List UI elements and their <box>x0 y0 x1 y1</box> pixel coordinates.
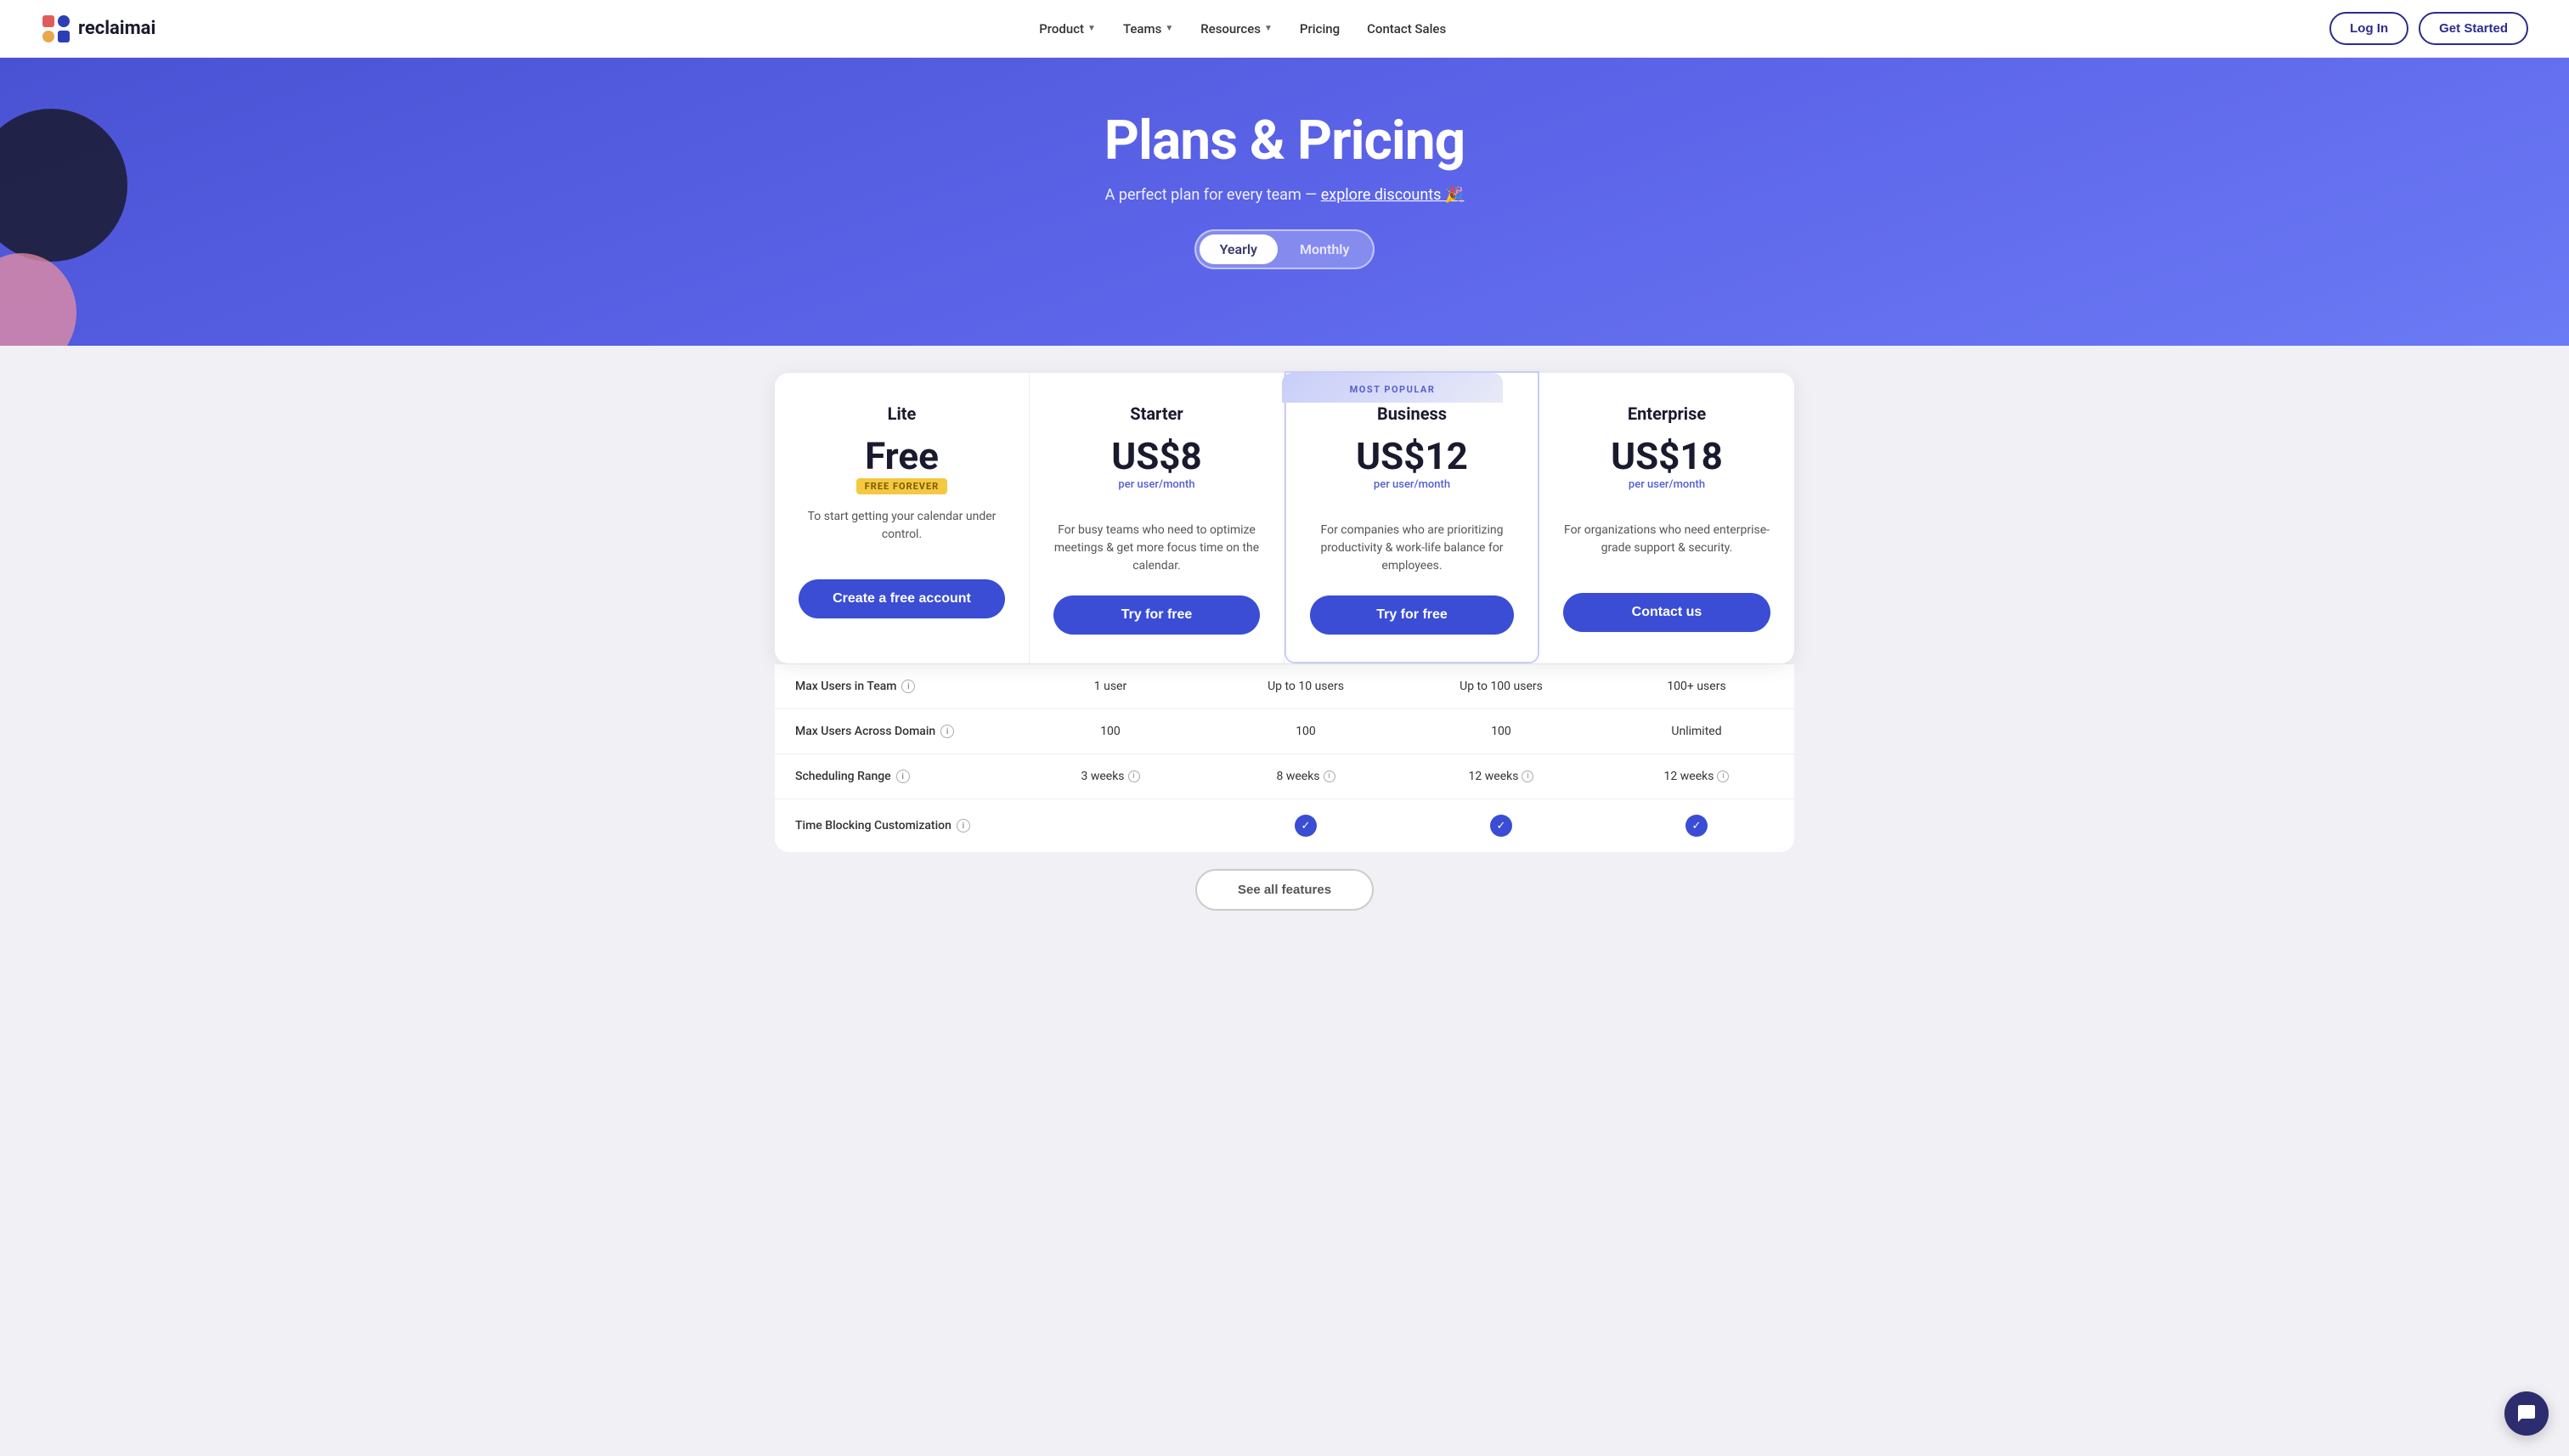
nav-links: Product ▼ Teams ▼ Resources ▼ Pricing Co… <box>1027 14 1458 43</box>
plan-name-business: Business <box>1310 404 1514 424</box>
plan-lite: Lite Free FREE FOREVER To start getting … <box>775 373 1030 663</box>
plan-price-label-starter: per user/month <box>1053 478 1260 491</box>
feature-val-starter-sched: 8 weeks i <box>1208 754 1403 799</box>
nav-actions: Log In Get Started <box>2329 12 2528 45</box>
plan-starter: Starter US$8 per user/month For busy tea… <box>1030 373 1284 663</box>
info-icon[interactable]: i <box>940 725 954 738</box>
feature-val-business-max-domain: 100 <box>1403 709 1599 753</box>
monthly-toggle[interactable]: Monthly <box>1279 234 1369 264</box>
feature-val-enterprise-max-domain: Unlimited <box>1599 709 1794 753</box>
pricing-cards: Lite Free FREE FOREVER To start getting … <box>775 373 1794 663</box>
plan-name-starter: Starter <box>1053 404 1260 424</box>
logo-text: reclaimai <box>78 18 155 39</box>
plan-name-lite: Lite <box>799 404 1005 424</box>
see-all-wrapper: See all features <box>775 852 1794 936</box>
plan-name-enterprise: Enterprise <box>1563 404 1770 424</box>
plan-badge-lite: FREE FOREVER <box>856 478 947 494</box>
plan-price-label-enterprise: per user/month <box>1563 478 1770 491</box>
feature-val-starter-max-team: Up to 10 users <box>1208 664 1403 708</box>
feature-row-max-users-domain: Max Users Across Domain i 100 100 100 Un… <box>775 708 1794 753</box>
cta-lite[interactable]: Create a free account <box>799 579 1005 618</box>
feature-val-lite-max-team: 1 user <box>1013 664 1208 708</box>
feature-val-enterprise-sched: 12 weeks i <box>1599 754 1794 799</box>
most-popular-banner: MOST POPULAR <box>1282 373 1503 403</box>
check-icon: ✓ <box>1685 815 1708 837</box>
info-icon[interactable]: i <box>1522 770 1533 782</box>
feature-val-business-timeblock: ✓ <box>1403 799 1599 852</box>
feature-val-enterprise-timeblock: ✓ <box>1599 799 1794 852</box>
feature-val-lite-max-domain: 100 <box>1013 709 1208 753</box>
features-table: Max Users in Team i 1 user Up to 10 user… <box>775 663 1794 852</box>
plan-price-starter: US$8 <box>1053 437 1260 475</box>
feature-label-max-users-team: Max Users in Team i <box>775 664 1013 708</box>
nav-pricing[interactable]: Pricing <box>1288 14 1352 43</box>
plan-price-enterprise: US$18 <box>1563 437 1770 475</box>
pricing-cards-wrapper: MOST POPULAR Lite Free FREE FOREVER To s… <box>775 373 1794 936</box>
info-icon[interactable]: i <box>1717 770 1729 782</box>
yearly-toggle[interactable]: Yearly <box>1200 234 1278 264</box>
check-icon: ✓ <box>1295 815 1317 837</box>
feature-label-max-users-domain: Max Users Across Domain i <box>775 709 1013 753</box>
feature-row-scheduling: Scheduling Range i 3 weeks i 8 weeks i 1… <box>775 753 1794 799</box>
plan-business: Business US$12 per user/month For compan… <box>1284 371 1539 663</box>
plan-price-lite: Free <box>799 437 1005 475</box>
feature-label-scheduling: Scheduling Range i <box>775 754 1013 799</box>
chat-bubble[interactable] <box>2504 1391 2549 1436</box>
feature-val-lite-timeblock <box>1013 810 1208 841</box>
chevron-down-icon: ▼ <box>1087 24 1096 33</box>
nav-contact-sales[interactable]: Contact Sales <box>1355 14 1458 43</box>
hero-title: Plans & Pricing <box>17 109 2552 172</box>
explore-discounts-link[interactable]: explore discounts 🎉 <box>1321 186 1465 204</box>
cta-business[interactable]: Try for free <box>1310 595 1514 635</box>
navbar: reclaimai Product ▼ Teams ▼ Resources ▼ … <box>0 0 2569 58</box>
nav-product[interactable]: Product ▼ <box>1027 14 1108 43</box>
chevron-down-icon: ▼ <box>1165 24 1173 33</box>
hero-section: Plans & Pricing A perfect plan for every… <box>0 58 2569 346</box>
logo[interactable]: reclaimai <box>41 14 155 44</box>
feature-row-max-users-team: Max Users in Team i 1 user Up to 10 user… <box>775 663 1794 708</box>
check-icon: ✓ <box>1490 815 1512 837</box>
plan-price-business: US$12 <box>1310 437 1514 475</box>
info-icon[interactable]: i <box>957 819 970 832</box>
plan-desc-business: For companies who are prioritizing produ… <box>1310 522 1514 575</box>
see-all-features-button[interactable]: See all features <box>1195 869 1374 911</box>
nav-teams[interactable]: Teams ▼ <box>1111 14 1185 43</box>
plan-enterprise: Enterprise US$18 per user/month For orga… <box>1539 373 1794 663</box>
feature-val-enterprise-max-team: 100+ users <box>1599 664 1794 708</box>
get-started-button[interactable]: Get Started <box>2419 12 2528 45</box>
info-icon[interactable]: i <box>896 770 910 783</box>
hero-subtitle: A perfect plan for every team — explore … <box>17 186 2552 204</box>
feature-val-business-max-team: Up to 100 users <box>1403 664 1599 708</box>
feature-val-business-sched: 12 weeks i <box>1403 754 1599 799</box>
pricing-section: MOST POPULAR Lite Free FREE FOREVER To s… <box>0 373 2569 987</box>
plan-desc-enterprise: For organizations who need enterprise-gr… <box>1563 522 1770 573</box>
chevron-down-icon: ▼ <box>1264 24 1273 33</box>
plan-price-label-business: per user/month <box>1310 478 1514 491</box>
cta-starter[interactable]: Try for free <box>1053 595 1260 635</box>
login-button[interactable]: Log In <box>2329 12 2408 45</box>
info-icon[interactable]: i <box>1128 770 1140 782</box>
feature-val-starter-max-domain: 100 <box>1208 709 1403 753</box>
plan-desc-starter: For busy teams who need to optimize meet… <box>1053 522 1260 575</box>
info-icon[interactable]: i <box>1324 770 1335 782</box>
feature-val-lite-sched: 3 weeks i <box>1013 754 1208 799</box>
feature-row-time-blocking: Time Blocking Customization i ✓ ✓ ✓ <box>775 799 1794 852</box>
cta-enterprise[interactable]: Contact us <box>1563 593 1770 632</box>
info-icon[interactable]: i <box>901 680 915 693</box>
deco-pink-circle <box>0 253 76 346</box>
nav-resources[interactable]: Resources ▼ <box>1189 14 1284 43</box>
billing-toggle: Yearly Monthly <box>1194 229 1375 269</box>
plan-desc-lite: To start getting your calendar under con… <box>799 508 1005 559</box>
feature-val-starter-timeblock: ✓ <box>1208 799 1403 852</box>
feature-label-time-blocking: Time Blocking Customization i <box>775 804 1013 848</box>
